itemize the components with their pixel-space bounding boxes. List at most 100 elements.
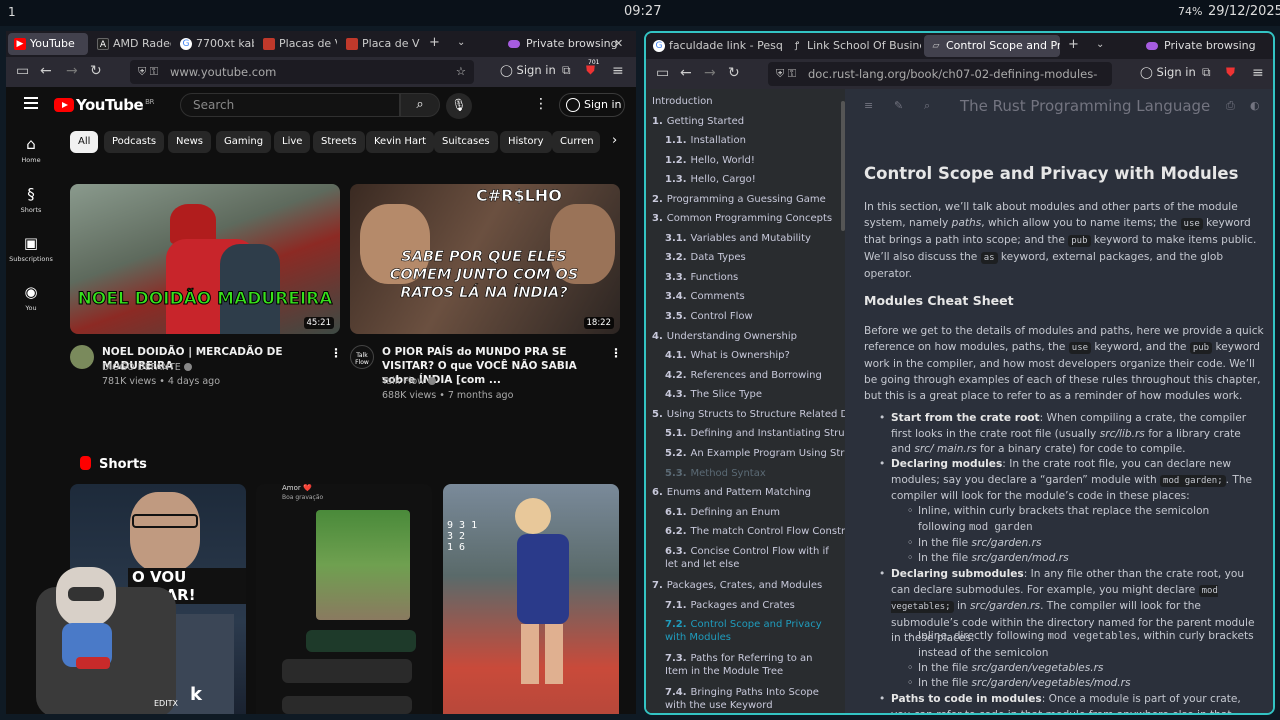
extensions-icon[interactable]: ⧉ (562, 63, 571, 78)
tab-link-school[interactable]: ꝭ Link School Of Busine (785, 35, 921, 57)
youtube-logo[interactable]: YouTube BR (54, 96, 154, 114)
toc-item[interactable]: 3.4. Comments (665, 290, 745, 303)
toc-item[interactable]: 3.3. Functions (665, 271, 738, 284)
toc-item[interactable]: Introduction (652, 95, 713, 108)
chip-live[interactable]: Live (274, 131, 311, 153)
toc-item[interactable]: 3.2. Data Types (665, 251, 746, 264)
toc-item[interactable]: 4. Understanding Ownership (652, 330, 797, 343)
video-thumbnail[interactable]: NOEL DOIDÃO MADUREIRA 45:21 (70, 184, 340, 334)
toc-item[interactable]: 7. Packages, Crates, and Modules (652, 579, 822, 592)
search-input[interactable]: Search (180, 93, 400, 117)
bookmark-star-icon[interactable]: ☆ (456, 64, 466, 78)
search-button[interactable]: ⌕ (400, 93, 440, 117)
toc-item[interactable]: 6.2. The match Control Flow Construct (665, 525, 845, 538)
tab-youtube[interactable]: ▶ YouTube (8, 33, 88, 55)
tab-faculdade-link[interactable]: G faculdade link - Pesq (647, 35, 783, 57)
chevron-right-icon[interactable]: › (612, 133, 617, 148)
back-icon[interactable]: ← (40, 63, 52, 79)
sidebar-toggle-icon[interactable]: ▭ (16, 63, 29, 79)
more-options-icon[interactable]: ⋮ (534, 96, 548, 112)
toc-item[interactable]: 5.2.An Example Program Using Structs (665, 447, 845, 460)
toc-item[interactable]: 3.5. Control Flow (665, 310, 753, 323)
toc-item[interactable]: 7.3. Paths for Referring to an Item in th… (665, 652, 837, 678)
toc-item[interactable]: 6.1. Defining an Enum (665, 506, 780, 519)
channel-avatar[interactable]: Talk Flow (350, 345, 374, 369)
chip-history[interactable]: History (500, 131, 552, 153)
url-bar[interactable]: ⛨ ⚿ doc.rust-lang.org/book/ch07-02-defin… (768, 62, 1112, 86)
toc-item[interactable]: 7.4. Bringing Paths Into Scope with the u… (665, 686, 837, 712)
toc-item[interactable]: 1.3. Hello, Cargo! (665, 173, 756, 186)
youtube-signin-button[interactable]: Sign in (559, 93, 625, 117)
hamburger-menu-icon[interactable] (24, 97, 38, 109)
toc-item[interactable]: 7.2. Control Scope and Privacy with Modul… (665, 618, 837, 644)
toc-item[interactable]: 5.1. Defining and Instantiating Structs (665, 427, 845, 440)
chip-gaming[interactable]: Gaming (216, 131, 272, 153)
channel-name[interactable]: DIOGO DEFANTE (102, 361, 192, 375)
toc-item[interactable]: 4.1. What is Ownership? (665, 349, 790, 362)
chip-news[interactable]: News (168, 131, 212, 153)
channel-avatar[interactable] (70, 345, 94, 369)
sidebar-scrollbar[interactable] (841, 101, 845, 231)
sidebar-item-home[interactable]: ⌂ Home (6, 135, 56, 164)
back-icon[interactable]: ← (680, 65, 692, 81)
new-tab-icon[interactable]: + (1068, 37, 1079, 52)
sidebar-item-shorts[interactable]: § Shorts (6, 185, 56, 214)
chip-all[interactable]: All (70, 131, 99, 153)
toc-item[interactable]: 3. Common Programming Concepts (652, 212, 832, 225)
tab-control-scope[interactable]: ▱ Control Scope and Pr (924, 35, 1060, 57)
video-menu-icon[interactable]: ⋮ (330, 346, 342, 360)
video-menu-icon[interactable]: ⋮ (610, 346, 622, 360)
chevron-down-icon[interactable]: ⌄ (1096, 39, 1104, 50)
browser-signin-button[interactable]: ◯ Sign in (500, 63, 556, 77)
toc-item[interactable]: 1.1. Installation (665, 134, 746, 147)
toc-item[interactable]: 4.3. The Slice Type (665, 388, 762, 401)
voice-search-button[interactable]: 🎙 (446, 93, 472, 119)
tab-placas-de-video[interactable]: Placas de V (257, 33, 337, 55)
new-tab-icon[interactable]: + (429, 35, 440, 50)
browser-signin-button[interactable]: ◯ Sign in (1140, 65, 1196, 79)
menu-icon[interactable]: ≡ (1252, 65, 1264, 81)
url-bar[interactable]: ⛨ ⚿ www.youtube.com ☆ (130, 60, 474, 84)
tab-amd[interactable]: A AMD Radeo (91, 33, 171, 55)
short-thumbnail[interactable]: 9 3 13 21 6 (443, 484, 619, 714)
tab-placa-de-video[interactable]: Placa de Vi (340, 33, 420, 55)
tab-google-7700xt[interactable]: G 7700xt kab (174, 33, 254, 55)
toc-item[interactable]: 4.2. References and Borrowing (665, 369, 822, 382)
toc-item[interactable]: 6.3. Concise Control Flow with if let and… (665, 545, 837, 571)
toc-item[interactable]: 5.3. Method Syntax (665, 467, 766, 480)
ublock-icon[interactable]: ⛊ (1226, 65, 1235, 80)
sidebar-item-you[interactable]: ◉ You (6, 283, 56, 312)
menu-icon[interactable]: ≡ (612, 63, 624, 79)
chevron-down-icon[interactable]: ⌄ (457, 37, 465, 48)
toc-item[interactable]: 2. Programming a Guessing Game (652, 193, 826, 206)
chip-kevin-hart[interactable]: Kevin Hart (366, 131, 435, 153)
toc-item[interactable]: 3.1. Variables and Mutability (665, 232, 811, 245)
chip-current[interactable]: Curren (552, 131, 600, 153)
sidebar-toggle-icon[interactable]: ▭ (656, 65, 669, 81)
toc-item[interactable]: 5. Using Structs to Structure Related Dat… (652, 408, 845, 421)
chip-suitcases[interactable]: Suitcases (434, 131, 498, 153)
github-icon[interactable]: ◐ (1250, 99, 1260, 112)
channel-name[interactable]: Talk Flow (382, 375, 436, 389)
workspace-indicator[interactable]: 1 (8, 5, 16, 19)
forward-icon[interactable]: → (66, 63, 78, 79)
chip-podcasts[interactable]: Podcasts (104, 131, 165, 153)
sidebar-item-subscriptions[interactable]: ▣ Subscriptions (6, 234, 56, 263)
close-window-icon[interactable]: ✕ (614, 37, 623, 50)
toc-item[interactable]: 7.1. Packages and Crates (665, 599, 795, 612)
chip-streets[interactable]: Streets (313, 131, 365, 153)
reload-icon[interactable]: ↻ (90, 63, 102, 79)
toc-toggle-icon[interactable]: ≡ (864, 99, 873, 112)
short-thumbnail[interactable]: Amor ❤️ Boa gravação (256, 484, 432, 714)
forward-icon[interactable]: → (704, 65, 716, 81)
search-icon[interactable]: ⌕ (924, 99, 930, 113)
extensions-icon[interactable]: ⧉ (1202, 65, 1211, 80)
toc-item[interactable]: 1.2. Hello, World! (665, 154, 755, 167)
theme-brush-icon[interactable]: ✎ (894, 99, 903, 112)
video-thumbnail[interactable]: C#R$LHO SABE POR QUE ELES COMEM JUNTO CO… (350, 184, 620, 334)
reload-icon[interactable]: ↻ (728, 65, 740, 81)
ublock-icon[interactable]: ⛊ 701 (586, 59, 599, 78)
toc-item[interactable]: 6. Enums and Pattern Matching (652, 486, 811, 499)
print-icon[interactable]: ⎙ (1226, 99, 1235, 113)
toc-item[interactable]: 1. Getting Started (652, 115, 744, 128)
